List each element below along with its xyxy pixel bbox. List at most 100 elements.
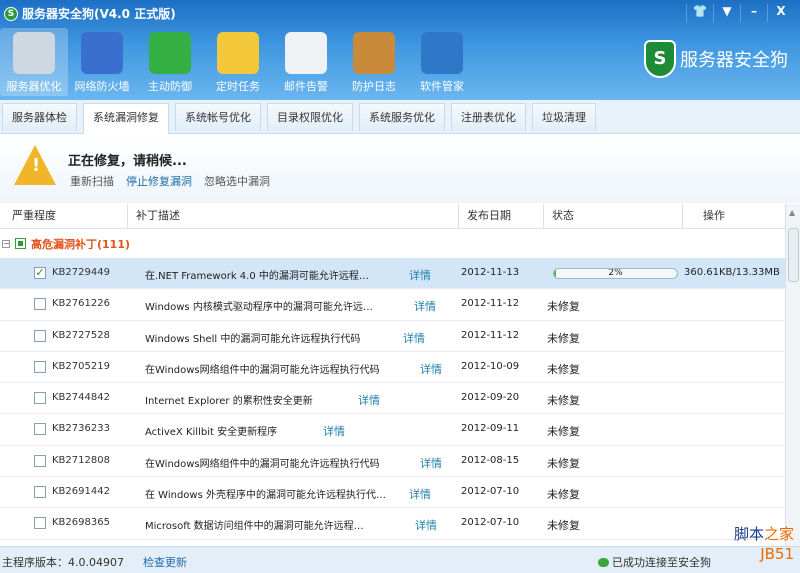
col-severity[interactable]: 严重程度: [0, 204, 127, 228]
release-date: 2012-07-10: [461, 517, 520, 529]
toolbar-item-server[interactable]: 服务器优化: [0, 28, 68, 96]
download-size: 360.61KB/13.33MB: [684, 267, 780, 278]
row-checkbox[interactable]: [34, 360, 46, 373]
tab-2[interactable]: 系统帐号优化: [175, 103, 261, 131]
table-row[interactable]: KB2736233 ActiveX Killbit 安全更新程序 详情 2012-09…: [0, 414, 785, 446]
toolbar-item-mail[interactable]: 邮件告警: [272, 28, 340, 96]
detail-link[interactable]: 详情: [420, 455, 442, 471]
tab-3[interactable]: 目录权限优化: [267, 103, 353, 131]
patch-description: 在Windows网络组件中的漏洞可能允许远程执行代码: [145, 458, 380, 470]
patch-description: ActiveX Killbit 安全更新程序: [145, 427, 278, 439]
table-row[interactable]: KB2705219 在Windows网络组件中的漏洞可能允许远程执行代码 详情 201…: [0, 352, 785, 384]
collapse-icon[interactable]: −: [2, 239, 10, 248]
row-checkbox[interactable]: [34, 486, 46, 499]
table-row[interactable]: KB2761226 Windows 内核模式驱动程序中的漏洞可能允许远… 详情 201…: [0, 289, 785, 321]
col-action[interactable]: 操作: [682, 204, 785, 228]
row-checkbox[interactable]: [34, 329, 46, 342]
warning-icon: !: [14, 145, 56, 185]
mail-icon: [285, 32, 327, 74]
col-date[interactable]: 发布日期: [458, 204, 543, 228]
status-text: 未修复: [547, 300, 580, 314]
stop-repair-link[interactable]: 停止修复漏洞: [126, 173, 192, 189]
detail-link[interactable]: 详情: [323, 423, 345, 439]
kb-number: KB2727528: [52, 329, 110, 341]
ignore-selected-link[interactable]: 忽略选中漏洞: [204, 173, 270, 189]
toolbar-item-firewall[interactable]: 网络防火墙: [68, 28, 136, 96]
col-status[interactable]: 状态: [543, 204, 682, 228]
server-icon: [13, 32, 55, 74]
detail-link[interactable]: 详情: [415, 517, 437, 533]
tab-1[interactable]: 系统漏洞修复: [83, 103, 169, 134]
main-toolbar: 服务器优化 网络防火墙 主动防御 定时任务 邮件告警 防护日志 软件管家: [0, 28, 476, 96]
status-text: 未修复: [547, 394, 580, 408]
toolbar-label: 主动防御: [148, 80, 192, 93]
close-button[interactable]: X: [767, 4, 794, 22]
detail-link[interactable]: 详情: [403, 330, 425, 346]
tab-6[interactable]: 垃圾清理: [532, 103, 596, 131]
table-row[interactable]: KB2691442 在 Windows 外壳程序中的漏洞可能允许远程执行代… 详情 2…: [0, 477, 785, 509]
patch-description: Windows 内核模式驱动程序中的漏洞可能允许远…: [145, 302, 373, 314]
notice-title: 正在修复，请稍候...: [68, 154, 187, 169]
patch-description: 在 Windows 外壳程序中的漏洞可能允许远程执行代…: [145, 490, 386, 502]
patch-description: 在.NET Framework 4.0 中的漏洞可能允许远程…: [145, 271, 369, 282]
tab-4[interactable]: 系统服务优化: [359, 103, 445, 131]
toolbar-item-software[interactable]: 软件管家: [408, 28, 476, 96]
table-row[interactable]: KB2727528 Windows Shell 中的漏洞可能允许远程执行代码 详情 2…: [0, 321, 785, 352]
detail-link[interactable]: 详情: [409, 486, 431, 502]
scrollbar[interactable]: ▲: [785, 204, 800, 546]
table-row[interactable]: ✓ KB2729449 在.NET Framework 4.0 中的漏洞可能允许远程…: [0, 258, 785, 290]
toolbar-item-shield[interactable]: 主动防御: [136, 28, 204, 96]
menu-button[interactable]: ▼: [713, 4, 740, 22]
detail-link[interactable]: 详情: [358, 392, 380, 408]
kb-number: KB2729449: [52, 267, 110, 278]
patch-list: ✓ KB2729449 在.NET Framework 4.0 中的漏洞可能允许远程…: [0, 258, 785, 540]
scroll-up-icon[interactable]: ▲: [789, 208, 795, 217]
release-date: 2012-11-13: [461, 267, 520, 278]
scrollbar-thumb[interactable]: [788, 228, 799, 282]
detail-link[interactable]: 详情: [409, 267, 431, 283]
tab-0[interactable]: 服务器体检: [2, 103, 77, 131]
title-text: 服务器安全狗(V4.0 正式版): [22, 7, 176, 21]
row-checkbox[interactable]: ✓: [34, 267, 46, 279]
patch-description: 在Windows网络组件中的漏洞可能允许远程执行代码: [145, 364, 380, 376]
repair-notice: ! 正在修复，请稍候... 重新扫描 停止修复漏洞 忽略选中漏洞: [0, 135, 800, 203]
toolbar-label: 定时任务: [216, 80, 260, 93]
status-text: 未修复: [547, 519, 580, 533]
toolbar-label: 邮件告警: [284, 80, 328, 93]
rescan-link[interactable]: 重新扫描: [70, 173, 114, 189]
detail-link[interactable]: 详情: [414, 298, 436, 314]
clipboard-icon: [353, 32, 395, 74]
kb-number: KB2736233: [52, 423, 110, 435]
release-date: 2012-09-20: [461, 392, 520, 404]
status-text: 未修复: [547, 456, 580, 470]
row-checkbox[interactable]: [34, 423, 46, 436]
sub-tabs: 服务器体检 系统漏洞修复 系统帐号优化 目录权限优化 系统服务优化 注册表优化 垃圾清理: [0, 100, 800, 134]
detail-link[interactable]: 详情: [420, 361, 442, 377]
col-description[interactable]: 补丁描述: [127, 204, 458, 228]
table-row[interactable]: KB2712808 在Windows网络组件中的漏洞可能允许远程执行代码 详情 201…: [0, 446, 785, 478]
release-date: 2012-07-10: [461, 486, 520, 498]
row-checkbox[interactable]: [34, 298, 46, 311]
minimize-button[interactable]: –: [740, 4, 767, 22]
row-checkbox[interactable]: [34, 392, 46, 405]
shield-icon: [149, 32, 191, 74]
check-update-link[interactable]: 检查更新: [143, 554, 187, 570]
row-checkbox[interactable]: [34, 517, 46, 530]
window-controls: 👕 ▼ – X: [686, 4, 794, 22]
toolbar-item-clipboard[interactable]: 防护日志: [340, 28, 408, 96]
status-bar: 主程序版本：4.0.04907 检查更新 已成功连接至安全狗: [0, 546, 800, 573]
progress-label: 2%: [608, 268, 623, 278]
skin-button[interactable]: 👕: [686, 4, 713, 22]
table-row[interactable]: KB2698365 Microsoft 数据访问组件中的漏洞可能允许远程… 详情 20…: [0, 508, 785, 540]
progress-bar: 2%: [553, 268, 678, 279]
toolbar-item-clock[interactable]: 定时任务: [204, 28, 272, 96]
toolbar-label: 防护日志: [352, 80, 396, 93]
tab-5[interactable]: 注册表优化: [451, 103, 526, 131]
kb-number: KB2744842: [52, 392, 110, 404]
group-checkbox[interactable]: [15, 238, 26, 249]
table-row[interactable]: KB2744842 Internet Explorer 的累积性安全更新 详情 201…: [0, 383, 785, 415]
row-checkbox[interactable]: [34, 454, 46, 467]
toolbar-label: 软件管家: [420, 80, 464, 93]
status-text: 未修复: [547, 425, 580, 439]
patch-description: Microsoft 数据访问组件中的漏洞可能允许远程…: [145, 521, 364, 533]
